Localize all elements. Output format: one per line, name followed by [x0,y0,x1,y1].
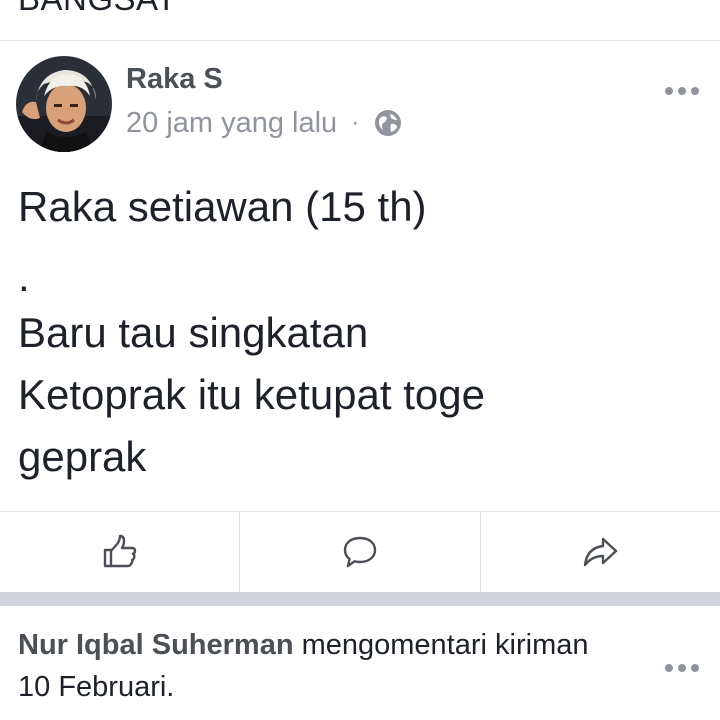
post-timestamp[interactable]: 20 jam yang lalu [126,107,337,140]
post-body-line: geprak [18,433,147,480]
share-icon [584,537,618,567]
post-body-line: Raka setiawan (15 th) [18,183,427,230]
post-body: Raka setiawan (15 th) . Baru tau singkat… [18,176,708,488]
author-name[interactable]: Raka S [126,63,223,96]
comment-icon [343,536,377,568]
activity-text: Nur Iqbal Suherman mengomentari kiriman … [18,624,638,708]
share-button[interactable] [479,512,720,592]
activity-notice: Nur Iqbal Suherman mengomentari kiriman … [0,606,720,720]
post-body-line: . [18,253,30,300]
avatar[interactable] [16,56,112,152]
globe-icon [373,108,403,138]
activity-actor-name[interactable]: Nur Iqbal Suherman [18,629,294,661]
meta-separator: · [351,109,360,136]
more-dots-icon[interactable] [665,87,699,95]
activity-action-text: mengomentari kiriman [293,629,589,661]
facebook-feed: BANGSAT Raka S 20 jam yang lalu · [0,0,720,720]
previous-post-fragment: BANGSAT [0,0,720,41]
feed-separator [0,592,720,606]
post-meta: 20 jam yang lalu · [126,105,403,141]
post-action-bar [0,511,720,592]
previous-post-text: BANGSAT [18,0,177,18]
post-body-line: Baru tau singkatan [18,309,369,356]
comment-button[interactable] [239,512,479,592]
post-header: Raka S 20 jam yang lalu · [0,41,720,161]
activity-date: 10 Februari. [18,671,175,703]
thumbs-up-icon [103,534,136,568]
like-button[interactable] [0,512,239,592]
more-dots-icon[interactable] [665,664,699,672]
post-body-line: Ketoprak itu ketupat toge [18,371,485,418]
